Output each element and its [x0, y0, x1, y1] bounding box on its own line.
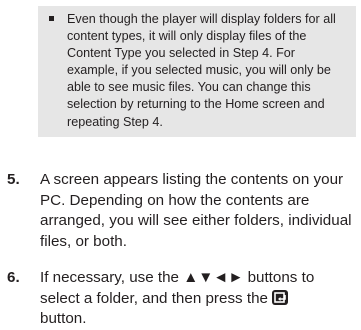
step-number: 6. — [7, 269, 20, 286]
step-text: A screen appears listing the contents on… — [40, 171, 352, 250]
step-6: 6. If necessary, use the ▲▼◄► buttons to… — [7, 268, 357, 330]
step-text-after: button. — [40, 310, 87, 328]
note-box: Even though the player will display fold… — [38, 6, 356, 137]
step-5: 5. A screen appears listing the contents… — [7, 170, 357, 252]
bullet-icon — [49, 16, 54, 21]
step-body: If necessary, use the ▲▼◄► buttons to se… — [40, 268, 357, 330]
note-text: Even though the player will display fold… — [67, 12, 336, 129]
enter-icon — [272, 289, 289, 305]
step-number: 5. — [7, 171, 20, 188]
